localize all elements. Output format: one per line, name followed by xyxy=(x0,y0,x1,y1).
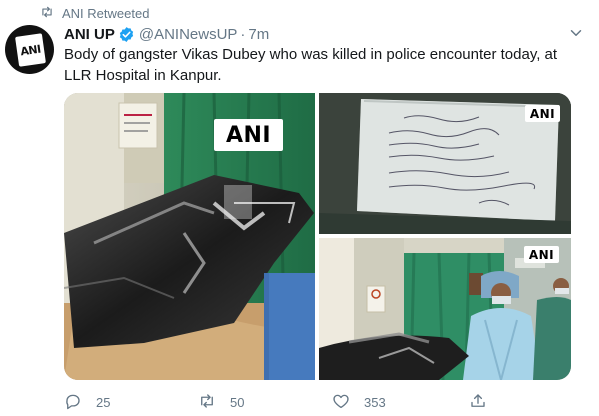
verified-badge-icon xyxy=(118,26,135,43)
ani-watermark: ANI xyxy=(214,119,283,151)
display-name[interactable]: ANI UP xyxy=(64,26,115,43)
media-image-2[interactable]: ANI xyxy=(319,93,571,234)
reply-icon xyxy=(64,392,82,413)
user-handle[interactable]: @ANINewsUP xyxy=(139,26,238,43)
retweet-count: 50 xyxy=(230,395,245,410)
retweet-label: ANI Retweeted xyxy=(62,5,150,21)
media-image-3[interactable]: ANI xyxy=(319,238,571,380)
media-image-1[interactable]: ANI xyxy=(64,93,315,380)
share-icon xyxy=(469,392,487,413)
ani-logo: ANI xyxy=(15,33,46,67)
retweet-context[interactable]: ANI Retweeted xyxy=(40,5,149,21)
ani-watermark: ANI xyxy=(524,246,559,263)
reply-button[interactable]: 25 xyxy=(64,392,110,413)
separator-dot: · xyxy=(240,25,246,43)
retweet-icon xyxy=(40,5,54,22)
like-button[interactable]: 353 xyxy=(332,392,386,413)
heart-icon xyxy=(332,392,350,413)
timestamp[interactable]: 7m xyxy=(248,26,269,43)
media-grid: ANI ANI ANI xyxy=(64,93,571,380)
tweet-text: Body of gangster Vikas Dubey who was kil… xyxy=(64,46,558,84)
ani-watermark: ANI xyxy=(525,105,560,122)
avatar[interactable]: ANI xyxy=(5,25,54,74)
like-count: 353 xyxy=(364,395,386,410)
tweet-actions: 25 50 353 xyxy=(64,392,584,410)
share-button[interactable] xyxy=(469,392,487,413)
retweet-icon xyxy=(198,392,216,413)
retweet-button[interactable]: 50 xyxy=(198,392,244,413)
tweet-header: ANI UP @ANINewsUP · 7m xyxy=(64,24,269,44)
reply-count: 25 xyxy=(96,395,111,410)
